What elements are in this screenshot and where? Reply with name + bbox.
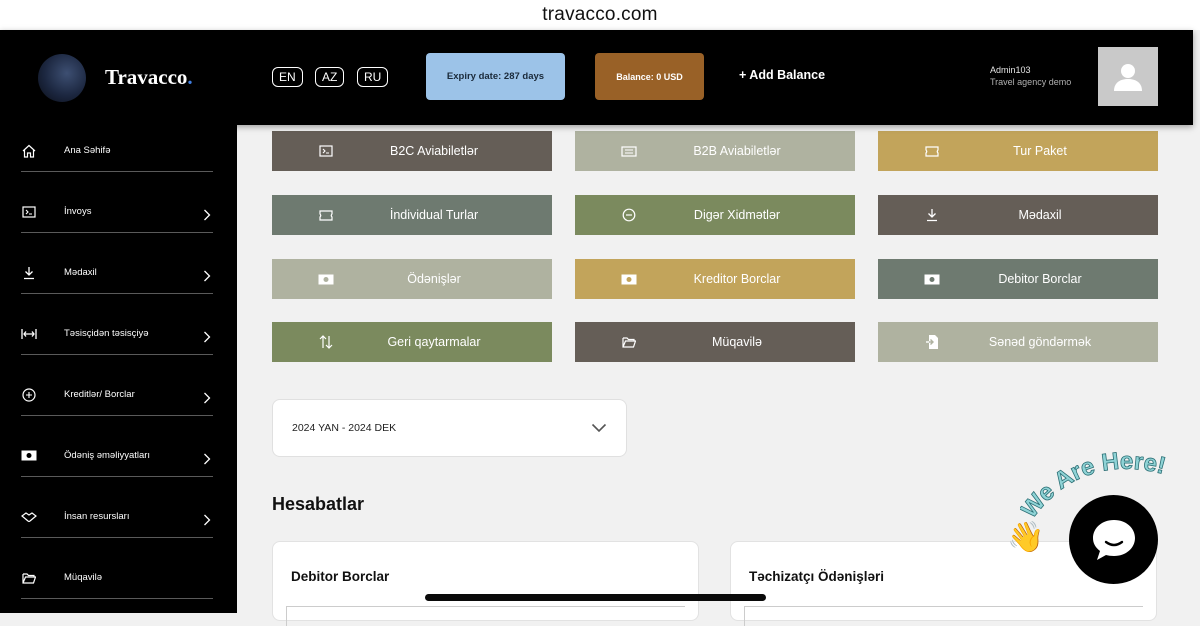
home-icon [21, 143, 37, 159]
period-value: 2024 YAN - 2024 DEK [292, 422, 397, 434]
sidebar-item-label: Təsisçidən təsisçiyə [64, 328, 149, 339]
browser-url-bar[interactable]: travacco.com [0, 0, 1200, 30]
sidebar-item-contract[interactable]: Müqavilə [21, 557, 213, 599]
tile-contract[interactable]: Müqavilə [575, 322, 855, 362]
chevron-right-icon [201, 270, 213, 282]
chevron-right-icon [201, 453, 213, 465]
handshake-icon [21, 509, 37, 525]
folder-icon [21, 570, 37, 586]
invoice-icon [21, 204, 37, 220]
user-name: Admin103 [990, 65, 1031, 75]
sidebar-item-founder-transfer[interactable]: Təsisçidən təsisçiyə [21, 313, 213, 355]
download-icon [21, 265, 37, 281]
ticket-icon [621, 143, 637, 159]
tile-other-services[interactable]: Digər Xidmətlər [575, 195, 855, 235]
top-header: Travacco. EN AZ RU Expiry date: 287 days… [0, 30, 1193, 125]
cash-icon [621, 271, 637, 287]
sidebar-item-credits[interactable]: Kreditlər/ Borclar [21, 374, 213, 416]
folder-icon [621, 334, 637, 350]
chevron-right-icon [201, 514, 213, 526]
download-icon [924, 207, 940, 223]
invoice-icon [318, 143, 334, 159]
file-send-icon [924, 334, 940, 350]
brand-logo[interactable]: Travacco. [105, 65, 193, 90]
lang-az-button[interactable]: AZ [315, 67, 345, 87]
logo-icon [38, 54, 86, 102]
transfer-icon [21, 326, 37, 342]
report-card-debtor: Debitor Borclar [272, 541, 699, 626]
tile-individual-tours[interactable]: İndividual Turlar [272, 195, 552, 235]
sidebar-item-payments[interactable]: Ödəniş əməliyyatları [21, 435, 213, 477]
tile-debtor-debts[interactable]: Debitor Borclar [878, 259, 1158, 299]
cash-icon [318, 271, 334, 287]
chevron-right-icon [201, 392, 213, 404]
balance-badge: Balance: 0 USD [595, 53, 704, 100]
sidebar-item-hr[interactable]: İnsan resursları [21, 496, 213, 538]
tile-send-document[interactable]: Sənəd göndərmək [878, 322, 1158, 362]
credit-icon [21, 387, 37, 403]
sidebar: Ana Səhifə İnvoys Mədaxil Təsisçidən təs… [0, 125, 237, 613]
tile-payments[interactable]: Ödənişlər [272, 259, 552, 299]
sidebar-item-home[interactable]: Ana Səhifə [21, 130, 213, 172]
cash-icon [21, 448, 37, 464]
chevron-right-icon [201, 209, 213, 221]
avatar[interactable] [1098, 47, 1158, 106]
tile-b2b-tickets[interactable]: B2B Aviabiletlər [575, 131, 855, 171]
ticket-icon [924, 143, 940, 159]
user-icon [1114, 63, 1142, 91]
report-table [744, 606, 1143, 626]
home-indicator [425, 594, 766, 601]
period-select[interactable]: 2024 YAN - 2024 DEK [272, 399, 627, 457]
chat-button[interactable] [1069, 495, 1158, 584]
chat-bubble-icon [1092, 519, 1135, 560]
reports-title: Hesabatlar [272, 494, 365, 514]
report-card-title: Təchizatçı Ödənişləri [749, 569, 885, 584]
report-table [286, 606, 685, 626]
tile-tour-package[interactable]: Tur Paket [878, 131, 1158, 171]
sidebar-item-invoice[interactable]: İnvoys [21, 191, 213, 233]
expiry-badge: Expiry date: 287 days [426, 53, 565, 100]
user-role: Travel agency demo [990, 77, 1072, 87]
sidebar-item-label: Mədaxil [64, 267, 97, 278]
tile-refunds[interactable]: Geri qaytarmalar [272, 322, 552, 362]
cash-icon [924, 271, 940, 287]
chevron-right-icon [201, 331, 213, 343]
url-text: travacco.com [542, 4, 658, 25]
swap-icon [318, 334, 334, 350]
sidebar-item-label: Müqavilə [64, 572, 103, 583]
sidebar-item-label: Ana Səhifə [64, 145, 111, 156]
lang-en-button[interactable]: EN [272, 67, 303, 87]
sidebar-item-label: Kreditlər/ Borclar [64, 389, 135, 400]
report-card-title: Debitor Borclar [291, 569, 390, 584]
ticket-icon [318, 207, 334, 223]
tile-creditor-debts[interactable]: Kreditor Borclar [575, 259, 855, 299]
sidebar-item-income[interactable]: Mədaxil [21, 252, 213, 294]
chevron-down-icon [591, 423, 607, 433]
wave-icon: 👋 [1007, 521, 1045, 554]
tile-income[interactable]: Mədaxil [878, 195, 1158, 235]
circle-minus-icon [621, 207, 637, 223]
lang-ru-button[interactable]: RU [357, 67, 389, 87]
tile-b2c-tickets[interactable]: B2C Aviabiletlər [272, 131, 552, 171]
sidebar-item-label: Ödəniş əməliyyatları [64, 450, 151, 461]
sidebar-item-label: İnvoys [64, 206, 92, 217]
add-balance-button[interactable]: + Add Balance [739, 68, 825, 82]
sidebar-item-label: İnsan resursları [64, 511, 130, 522]
